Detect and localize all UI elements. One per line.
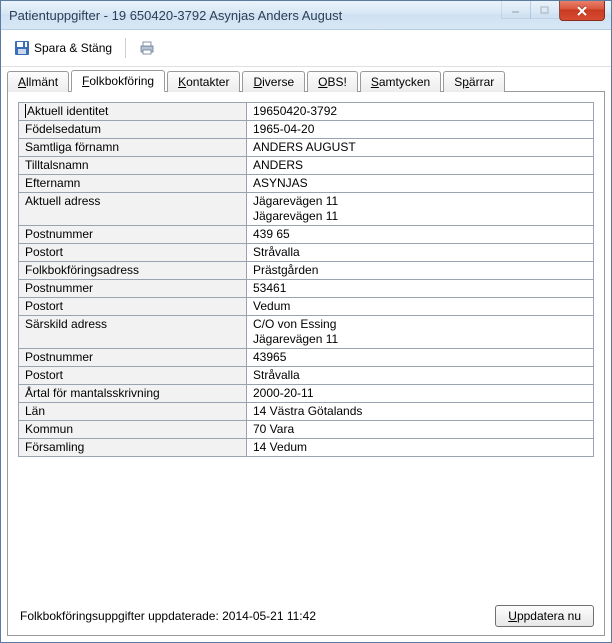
update-status-text: Folkbokföringsuppgifter uppdaterade: 201… <box>18 609 316 623</box>
value-kommun: 70 Vara <box>247 421 594 439</box>
titlebar: Patientuppgifter - 19 650420-3792 Asynja… <box>1 1 611 30</box>
row-postnummer-2: Postnummer 53461 <box>19 280 594 298</box>
row-samtliga-fornamn: Samtliga förnamn ANDERS AUGUST <box>19 139 594 157</box>
row-folkbokforingsadress: Folkbokföringsadress Prästgården <box>19 262 594 280</box>
value-postort-2: Vedum <box>247 298 594 316</box>
minimize-button[interactable] <box>501 1 531 19</box>
label-fodelsedatum: Födelsedatum <box>19 121 247 139</box>
value-lan: 14 Västra Götalands <box>247 403 594 421</box>
toolbar: Spara & Stäng <box>1 30 611 67</box>
label-postnummer-2: Postnummer <box>19 280 247 298</box>
label-tilltalsnamn: Tilltalsnamn <box>19 157 247 175</box>
row-postort-1: Postort Stråvalla <box>19 244 594 262</box>
label-artal-mantalsskrivning: Årtal för mantalsskrivning <box>19 385 247 403</box>
label-postort-2: Postort <box>19 298 247 316</box>
label-sarskild-adress: Särskild adress <box>19 316 247 349</box>
label-forsamling: Församling <box>19 439 247 457</box>
value-samtliga-fornamn: ANDERS AUGUST <box>247 139 594 157</box>
label-samtliga-fornamn: Samtliga förnamn <box>19 139 247 157</box>
print-icon <box>139 40 155 56</box>
tab-folkbokforing[interactable]: Folkbokföring <box>71 70 165 92</box>
row-lan: Län 14 Västra Götalands <box>19 403 594 421</box>
close-icon <box>576 6 588 16</box>
folkbokforing-table: Aktuell identitet 19650420-3792 Födelsed… <box>18 102 594 457</box>
row-efternamn: Efternamn ASYNJAS <box>19 175 594 193</box>
value-postnummer-2: 53461 <box>247 280 594 298</box>
value-fodelsedatum: 1965-04-20 <box>247 121 594 139</box>
value-tilltalsnamn: ANDERS <box>247 157 594 175</box>
row-postort-3: Postort Stråvalla <box>19 367 594 385</box>
value-efternamn: ASYNJAS <box>247 175 594 193</box>
update-now-button[interactable]: Uppdatera nu <box>495 605 594 627</box>
value-aktuell-identitet: 19650420-3792 <box>247 103 594 121</box>
titlebar-controls <box>501 1 611 29</box>
label-aktuell-identitet: Aktuell identitet <box>25 104 108 118</box>
save-icon <box>14 40 30 56</box>
print-button[interactable] <box>132 37 162 59</box>
save-and-close-button[interactable]: Spara & Stäng <box>7 37 119 59</box>
row-tilltalsnamn: Tilltalsnamn ANDERS <box>19 157 594 175</box>
footer: Folkbokföringsuppgifter uppdaterade: 201… <box>18 597 594 627</box>
maximize-button[interactable] <box>530 1 560 19</box>
label-efternamn: Efternamn <box>19 175 247 193</box>
row-aktuell-adress: Aktuell adress Jägarevägen 11 Jägareväge… <box>19 193 594 226</box>
row-fodelsedatum: Födelsedatum 1965-04-20 <box>19 121 594 139</box>
value-folkbokforingsadress: Prästgården <box>247 262 594 280</box>
value-postort-1: Stråvalla <box>247 244 594 262</box>
label-kommun: Kommun <box>19 421 247 439</box>
row-postnummer-1: Postnummer 439 65 <box>19 226 594 244</box>
tabstrip: Allmänt Folkbokföring Kontakter Diverse … <box>1 67 611 91</box>
label-postnummer-3: Postnummer <box>19 349 247 367</box>
tab-sparrar[interactable]: Spärrar <box>443 71 505 92</box>
tab-allmant[interactable]: Allmänt <box>7 71 69 92</box>
row-aktuell-identitet: Aktuell identitet 19650420-3792 <box>19 103 594 121</box>
toolbar-separator <box>125 38 126 58</box>
label-folkbokforingsadress: Folkbokföringsadress <box>19 262 247 280</box>
window-title: Patientuppgifter - 19 650420-3792 Asynja… <box>9 8 342 23</box>
patientuppgifter-window: Patientuppgifter - 19 650420-3792 Asynja… <box>0 0 612 643</box>
row-artal-mantalsskrivning: Årtal för mantalsskrivning 2000-20-11 <box>19 385 594 403</box>
label-postort-1: Postort <box>19 244 247 262</box>
label-postort-3: Postort <box>19 367 247 385</box>
label-postnummer-1: Postnummer <box>19 226 247 244</box>
value-aktuell-adress: Jägarevägen 11 Jägarevägen 11 <box>247 193 594 226</box>
tab-obs[interactable]: OBS! <box>307 71 358 92</box>
value-postort-3: Stråvalla <box>247 367 594 385</box>
value-postnummer-1: 439 65 <box>247 226 594 244</box>
value-forsamling: 14 Vedum <box>247 439 594 457</box>
value-postnummer-3: 43965 <box>247 349 594 367</box>
tab-diverse[interactable]: Diverse <box>242 71 305 92</box>
row-kommun: Kommun 70 Vara <box>19 421 594 439</box>
value-artal-mantalsskrivning: 2000-20-11 <box>247 385 594 403</box>
tab-content-folkbokforing: Aktuell identitet 19650420-3792 Födelsed… <box>7 91 605 636</box>
save-and-close-label: Spara & Stäng <box>34 41 112 55</box>
row-postnummer-3: Postnummer 43965 <box>19 349 594 367</box>
row-forsamling: Församling 14 Vedum <box>19 439 594 457</box>
row-sarskild-adress: Särskild adress C/O von Essing Jägareväg… <box>19 316 594 349</box>
tab-kontakter[interactable]: Kontakter <box>167 71 240 92</box>
label-aktuell-adress: Aktuell adress <box>19 193 247 226</box>
value-sarskild-adress: C/O von Essing Jägarevägen 11 <box>247 316 594 349</box>
row-postort-2: Postort Vedum <box>19 298 594 316</box>
tab-samtycken[interactable]: Samtycken <box>360 71 441 92</box>
label-lan: Län <box>19 403 247 421</box>
close-button[interactable] <box>559 1 605 21</box>
